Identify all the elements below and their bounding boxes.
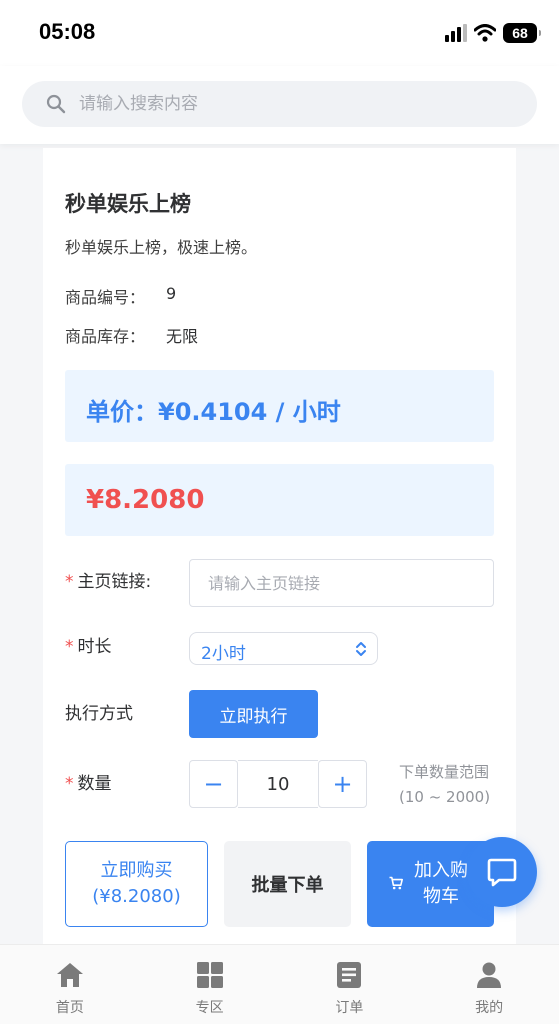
- total-price: ¥8.2080: [86, 485, 205, 515]
- search-box[interactable]: [22, 81, 537, 127]
- wifi-icon: [474, 24, 496, 42]
- product-id-value: 9: [166, 284, 177, 303]
- required-mark: *: [65, 637, 74, 657]
- unit-price: 单价：¥0.4104 / 小时: [86, 398, 341, 426]
- search-input[interactable]: [79, 81, 509, 127]
- add-to-cart-label: 加入购 物车: [411, 858, 471, 910]
- quantity-increase-button[interactable]: +: [318, 760, 367, 808]
- quantity-label: * 数量: [65, 769, 112, 794]
- buy-now-button[interactable]: 立即购买 (¥8.2080): [65, 841, 208, 927]
- product-stock-row: 商品库存： 无限: [65, 323, 198, 347]
- exec-label: 执行方式: [65, 704, 133, 724]
- chat-button[interactable]: [467, 837, 537, 907]
- link-label-text: 主页链接:: [77, 572, 152, 592]
- quantity-value[interactable]: 10: [238, 760, 318, 808]
- product-description: 秒单娱乐上榜，极速上榜。: [65, 238, 258, 257]
- total-price-box: ¥8.2080: [65, 464, 494, 536]
- required-mark: *: [65, 774, 74, 794]
- status-bar: 05:08 68: [0, 0, 559, 66]
- chat-icon: [487, 858, 517, 887]
- cart-icon: [389, 876, 403, 890]
- product-title: 秒单娱乐上榜: [65, 192, 191, 216]
- duration-select[interactable]: 2小时: [189, 632, 378, 665]
- chevron-updown-icon: [356, 642, 366, 656]
- batch-order-button[interactable]: 批量下单: [224, 841, 351, 927]
- link-label: * 主页链接:: [65, 567, 151, 592]
- tab-zone-label: 专区: [195, 1000, 224, 1016]
- cart-label-line1: 加入购: [414, 860, 468, 881]
- buy-now-price: (¥8.2080): [92, 886, 181, 907]
- product-id-row: 商品编号： 9: [65, 284, 176, 308]
- tab-home[interactable]: 首页: [0, 945, 140, 1024]
- duration-label: * 时长: [65, 632, 112, 657]
- search-icon: [46, 94, 66, 114]
- execute-now-button[interactable]: 立即执行: [189, 690, 318, 738]
- search-header: [0, 66, 559, 144]
- quantity-range-hint: 下单数量范围 (10 ~ 2000): [399, 760, 490, 810]
- range-hint-line1: 下单数量范围: [399, 763, 490, 781]
- buy-now-label: 立即购买: [100, 860, 173, 881]
- tab-profile-label: 我的: [475, 1000, 504, 1016]
- tab-orders-label: 订单: [335, 1000, 364, 1016]
- status-time: 05:08: [39, 19, 96, 44]
- tab-profile[interactable]: 我的: [419, 945, 559, 1024]
- home-icon: [56, 963, 83, 987]
- duration-value: 2小时: [201, 644, 246, 664]
- tab-orders[interactable]: 订单: [280, 945, 420, 1024]
- user-icon: [477, 962, 502, 988]
- document-icon: [337, 962, 362, 988]
- product-stock-label: 商品库存：: [65, 327, 146, 346]
- product-card: 秒单娱乐上榜 秒单娱乐上榜，极速上榜。 商品编号： 9 商品库存： 无限 单价：…: [43, 148, 516, 944]
- unit-price-box: 单价：¥0.4104 / 小时: [65, 370, 494, 442]
- tab-zone[interactable]: 专区: [140, 945, 280, 1024]
- battery-icon: 68: [503, 23, 541, 43]
- quantity-stepper: − 10 +: [189, 760, 367, 808]
- required-mark: *: [65, 572, 74, 592]
- quantity-decrease-button[interactable]: −: [189, 760, 238, 808]
- quantity-label-text: 数量: [77, 774, 112, 794]
- grid-icon: [196, 962, 223, 988]
- product-id-label: 商品编号：: [65, 288, 146, 307]
- range-hint-line2: (10 ~ 2000): [399, 788, 491, 806]
- product-stock-value: 无限: [166, 327, 199, 346]
- cart-label-line2: 物车: [423, 886, 459, 907]
- signal-icon: [445, 24, 467, 42]
- tab-bar: 首页 专区 订单 我的: [0, 944, 559, 1024]
- homepage-link-input[interactable]: [189, 559, 494, 607]
- duration-label-text: 时长: [77, 637, 112, 657]
- status-icons: 68: [445, 22, 541, 44]
- tab-home-label: 首页: [55, 1000, 84, 1016]
